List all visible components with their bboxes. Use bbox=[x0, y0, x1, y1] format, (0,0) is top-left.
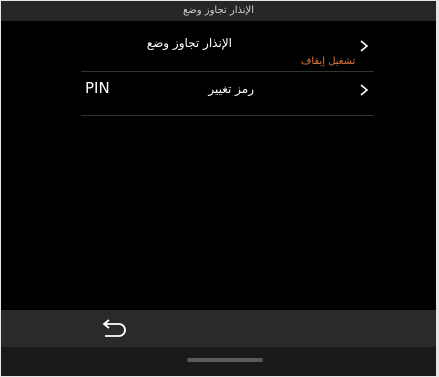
title-bar: الإنذار تجاوز وضع bbox=[1, 1, 436, 21]
device-frame: الإنذار تجاوز وضع الإنذار تجاوز وضع تشغي… bbox=[0, 0, 439, 377]
back-arrow-icon[interactable] bbox=[99, 319, 129, 339]
screen: الإنذار تجاوز وضع الإنذار تجاوز وضع تشغي… bbox=[1, 1, 436, 376]
chevron-right-icon bbox=[360, 84, 369, 96]
home-indicator[interactable] bbox=[187, 358, 263, 362]
setting-label: رمز تغيير bbox=[208, 82, 254, 96]
chevron-right-icon bbox=[360, 40, 369, 52]
bottom-bar bbox=[1, 310, 436, 347]
pin-prefix: PIN bbox=[85, 79, 110, 97]
system-nav-strip bbox=[1, 347, 436, 376]
setting-row-alarm-override[interactable]: الإنذار تجاوز وضع تشغيل إيقاف bbox=[81, 21, 374, 72]
setting-label: الإنذار تجاوز وضع bbox=[146, 36, 232, 50]
setting-row-change-pin[interactable]: PIN رمز تغيير bbox=[81, 71, 374, 116]
page-title: الإنذار تجاوز وضع bbox=[182, 5, 255, 16]
setting-value: تشغيل إيقاف bbox=[301, 56, 356, 67]
